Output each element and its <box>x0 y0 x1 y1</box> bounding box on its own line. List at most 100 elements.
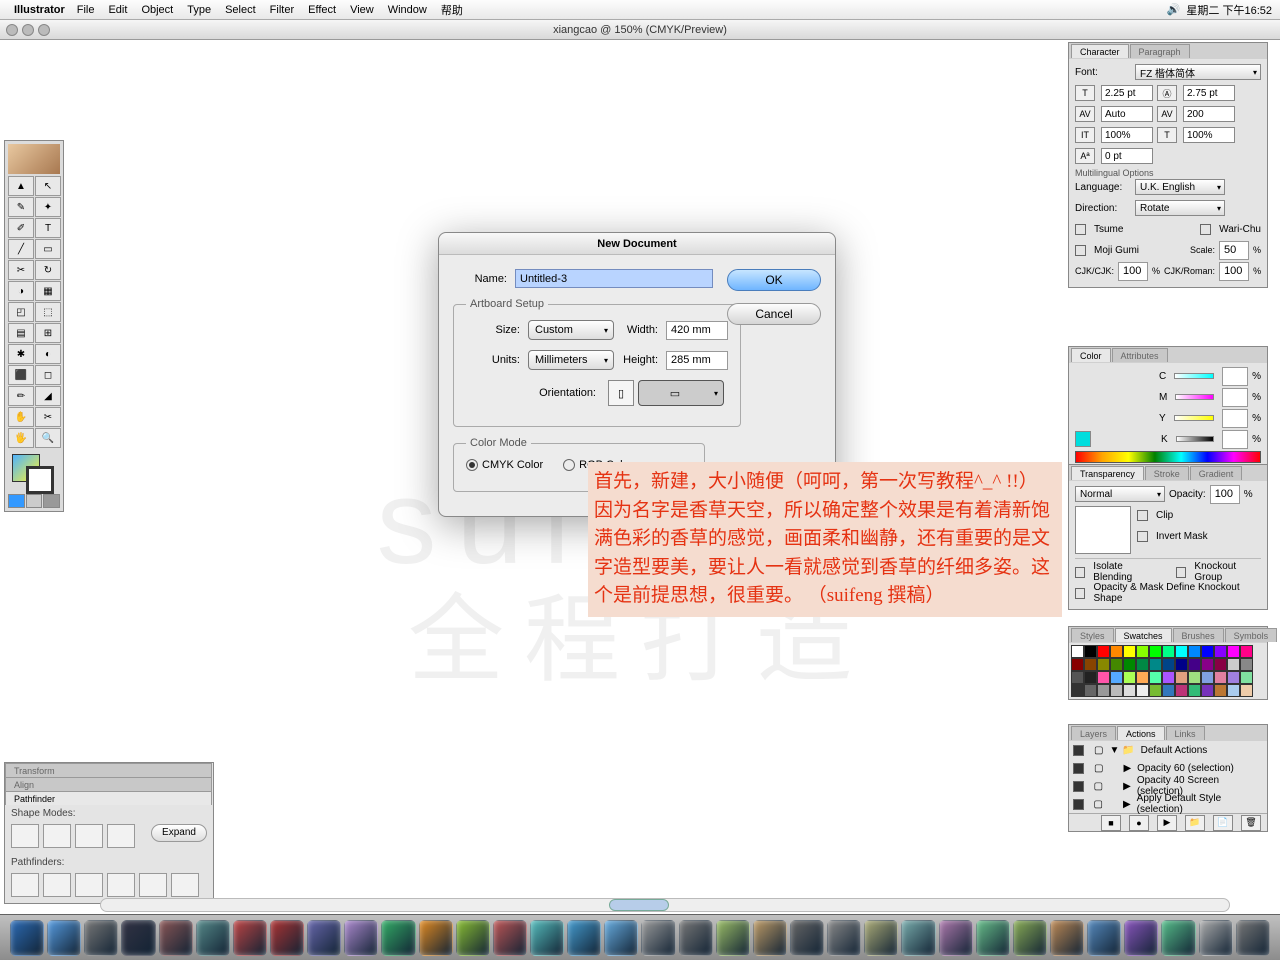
dock-item-15[interactable] <box>567 920 601 956</box>
tab-symbols[interactable]: Symbols <box>1225 628 1278 642</box>
pathfinder-panel[interactable]: Transform Align Pathfinder Shape Modes: … <box>4 762 214 904</box>
dock-item-33[interactable] <box>1236 920 1270 956</box>
swatch[interactable] <box>1123 671 1136 684</box>
dock-item-17[interactable] <box>641 920 675 956</box>
dock-item-27[interactable] <box>1013 920 1047 956</box>
tab-transform[interactable]: Transform <box>5 763 212 777</box>
cmyk-radio[interactable]: CMYK Color <box>466 459 543 471</box>
menu-type[interactable]: Type <box>187 4 211 16</box>
language-select[interactable]: U.K. English <box>1135 179 1225 195</box>
swatch[interactable] <box>1201 671 1214 684</box>
swatch[interactable] <box>1149 658 1162 671</box>
dock-item-16[interactable] <box>604 920 638 956</box>
tool-0[interactable]: ▲ <box>8 176 34 196</box>
k-slider[interactable]: K% <box>1075 430 1261 448</box>
swatch[interactable] <box>1227 684 1240 697</box>
swatch[interactable] <box>1136 645 1149 658</box>
stroke-swatch[interactable] <box>26 466 54 494</box>
volume-icon[interactable]: 🔊 <box>1167 3 1181 16</box>
leading[interactable]: 2.75 pt <box>1183 85 1235 101</box>
tool-21[interactable]: ◢ <box>35 386 61 406</box>
tab-character[interactable]: Character <box>1071 44 1129 58</box>
y-slider[interactable]: Y% <box>1075 409 1261 427</box>
baseline[interactable]: 0 pt <box>1101 148 1153 164</box>
swatch[interactable] <box>1123 645 1136 658</box>
cjk-roman[interactable] <box>1219 262 1249 281</box>
shape-add[interactable] <box>11 824 39 848</box>
swatch[interactable] <box>1240 658 1253 671</box>
tab-brushes[interactable]: Brushes <box>1173 628 1224 642</box>
kerning[interactable]: Auto <box>1101 106 1153 122</box>
tool-17[interactable]: ◐ <box>35 344 61 364</box>
swatch[interactable] <box>1175 684 1188 697</box>
dock-item-30[interactable] <box>1124 920 1158 956</box>
pf-minus-back[interactable] <box>171 873 199 897</box>
swatch[interactable] <box>1162 671 1175 684</box>
height-input[interactable] <box>666 351 728 370</box>
swatch[interactable] <box>1136 658 1149 671</box>
orientation-landscape[interactable]: ▭ <box>638 380 724 406</box>
swatch[interactable] <box>1136 684 1149 697</box>
orientation-portrait[interactable]: ▯ <box>608 380 634 406</box>
opacity-input[interactable] <box>1210 485 1240 504</box>
tool-7[interactable]: ▭ <box>35 239 61 259</box>
swatch[interactable] <box>1240 671 1253 684</box>
swatch[interactable] <box>1123 684 1136 697</box>
swatch[interactable] <box>1110 684 1123 697</box>
new-set-icon[interactable]: 📁 <box>1185 815 1205 831</box>
menu-help[interactable]: 帮助 <box>441 2 463 18</box>
c-slider[interactable]: C% <box>1075 367 1261 385</box>
shape-exclude[interactable] <box>107 824 135 848</box>
swatches-panel[interactable]: Styles Swatches Brushes Symbols <box>1068 626 1268 700</box>
swatch[interactable] <box>1240 684 1253 697</box>
dock-item-10[interactable] <box>381 920 415 956</box>
screen-mode-3[interactable] <box>43 494 60 508</box>
moji-check[interactable] <box>1075 245 1086 256</box>
vscale[interactable]: 100% <box>1101 127 1153 143</box>
tracking[interactable]: 200 <box>1183 106 1235 122</box>
swatch[interactable] <box>1175 658 1188 671</box>
dock-item-3[interactable] <box>121 920 155 956</box>
swatch[interactable] <box>1084 684 1097 697</box>
dock-item-21[interactable] <box>790 920 824 956</box>
tool-22[interactable]: ✋ <box>8 407 34 427</box>
tool-19[interactable]: ◻ <box>35 365 61 385</box>
dock-item-20[interactable] <box>753 920 787 956</box>
swatch[interactable] <box>1188 645 1201 658</box>
width-input[interactable] <box>666 321 728 340</box>
swatch[interactable] <box>1149 645 1162 658</box>
new-action-icon[interactable]: 📄 <box>1213 815 1233 831</box>
tab-gradient[interactable]: Gradient <box>1190 466 1243 480</box>
color-panel[interactable]: Color Attributes C% M% Y% K% <box>1068 346 1268 468</box>
min-light[interactable] <box>22 24 34 36</box>
knockout-check[interactable] <box>1176 567 1186 578</box>
app-name[interactable]: Illustrator <box>14 4 65 16</box>
dock-item-8[interactable] <box>307 920 341 956</box>
tool-2[interactable]: ✎ <box>8 197 34 217</box>
tab-transparency[interactable]: Transparency <box>1071 466 1144 480</box>
swatch[interactable] <box>1227 645 1240 658</box>
dock-item-9[interactable] <box>344 920 378 956</box>
dock[interactable] <box>0 914 1280 960</box>
swatch[interactable] <box>1097 671 1110 684</box>
tool-23[interactable]: ✂ <box>35 407 61 427</box>
dock-item-14[interactable] <box>530 920 564 956</box>
horizontal-scrollbar[interactable] <box>100 898 1230 912</box>
name-input[interactable] <box>515 269 713 288</box>
tool-15[interactable]: ⊞ <box>35 323 61 343</box>
menu-effect[interactable]: Effect <box>308 4 336 16</box>
tab-styles[interactable]: Styles <box>1071 628 1114 642</box>
swatch[interactable] <box>1240 645 1253 658</box>
dock-item-29[interactable] <box>1087 920 1121 956</box>
menu-select[interactable]: Select <box>225 4 256 16</box>
play-icon[interactable]: ▶ <box>1157 815 1177 831</box>
swatch[interactable] <box>1227 658 1240 671</box>
dock-item-31[interactable] <box>1161 920 1195 956</box>
m-slider[interactable]: M% <box>1075 388 1261 406</box>
tool-16[interactable]: ✱ <box>8 344 34 364</box>
action-folder[interactable]: ▢▼ 📁Default Actions <box>1069 741 1267 759</box>
pf-outline[interactable] <box>139 873 167 897</box>
hscale[interactable]: 100% <box>1183 127 1235 143</box>
swatch[interactable] <box>1071 645 1084 658</box>
tool-13[interactable]: ⬚ <box>35 302 61 322</box>
